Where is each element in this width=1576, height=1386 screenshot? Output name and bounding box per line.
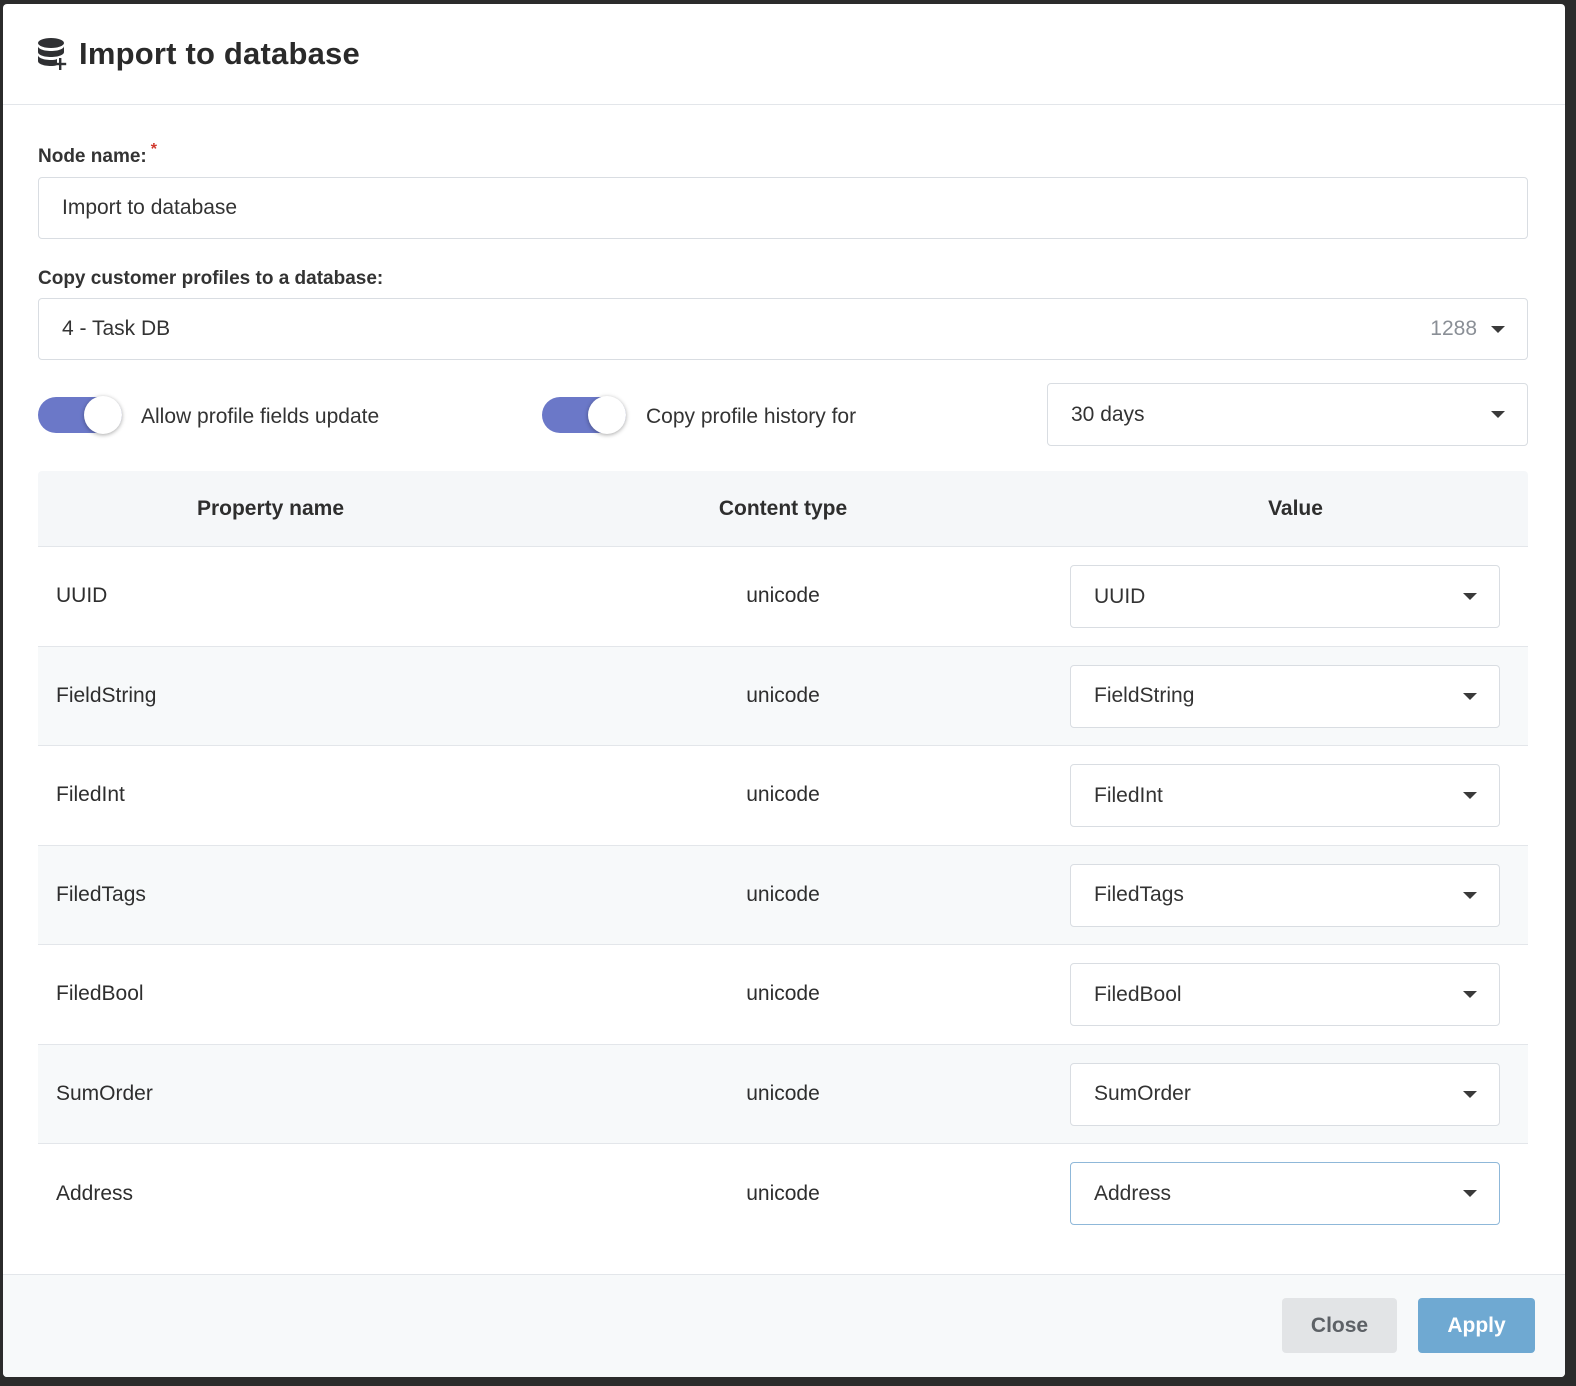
value-select[interactable]: FiledBool bbox=[1070, 963, 1500, 1026]
content-type: unicode bbox=[746, 783, 820, 807]
chevron-down-icon bbox=[1463, 1190, 1477, 1197]
property-name: SumOrder bbox=[56, 1081, 153, 1105]
value-cell: FiledInt bbox=[1063, 746, 1528, 845]
copy-history-toggle[interactable] bbox=[542, 396, 626, 434]
value-cell: FieldString bbox=[1063, 647, 1528, 746]
table-row: FiledInt unicode FiledInt bbox=[38, 746, 1528, 846]
database-select[interactable]: 4 - Task DB 1288 bbox=[38, 298, 1528, 360]
property-name: FieldString bbox=[56, 683, 157, 707]
value-cell: FiledBool bbox=[1063, 945, 1528, 1044]
table-row: FieldString unicode FieldString bbox=[38, 646, 1528, 746]
copy-history-label: Copy profile history for bbox=[646, 405, 857, 428]
property-name: FiledInt bbox=[56, 783, 125, 807]
database-count: 1288 bbox=[1430, 317, 1477, 340]
content-type: unicode bbox=[746, 1181, 820, 1205]
node-name-input[interactable]: Import to database bbox=[38, 177, 1528, 239]
history-period-select[interactable]: 30 days bbox=[1047, 383, 1528, 446]
value-select[interactable]: SumOrder bbox=[1070, 1062, 1500, 1126]
content-type: unicode bbox=[746, 584, 820, 608]
table-row: UUID unicode UUID bbox=[38, 547, 1528, 647]
value-select-text: Address bbox=[1094, 1181, 1172, 1205]
table-row: SumOrder unicode SumOrder bbox=[38, 1044, 1528, 1144]
property-name: UUID bbox=[56, 584, 108, 608]
value-cell: FiledTags bbox=[1063, 846, 1528, 945]
header-value: Value bbox=[1268, 496, 1323, 520]
value-select[interactable]: UUID bbox=[1070, 565, 1500, 628]
required-mark: * bbox=[150, 141, 157, 158]
value-select-text: FiledBool bbox=[1094, 982, 1182, 1006]
value-select-text: FiledInt bbox=[1094, 783, 1163, 807]
property-mapping-table: Property name Content type Value UUID un… bbox=[38, 471, 1528, 1244]
value-select-text: FieldString bbox=[1094, 684, 1195, 707]
chevron-down-icon bbox=[1463, 792, 1477, 799]
property-name: FiledBool bbox=[56, 982, 144, 1006]
table-row: Address unicode Address bbox=[38, 1144, 1528, 1244]
value-cell: UUID bbox=[1063, 547, 1528, 646]
value-select-text: SumOrder bbox=[1094, 1082, 1191, 1105]
table-row: FiledTags unicode FiledTags bbox=[38, 845, 1528, 945]
header-content-type: Content type bbox=[718, 496, 848, 520]
import-dialog: Import to database Node name: * Import to… bbox=[3, 4, 1565, 1377]
content-type: unicode bbox=[746, 683, 820, 707]
node-name-label: Node name: * bbox=[38, 141, 157, 168]
value-select[interactable]: Address bbox=[1070, 1162, 1500, 1225]
close-button[interactable]: Close bbox=[1282, 1298, 1397, 1353]
dialog-header: Import to database bbox=[3, 4, 1565, 105]
content-type: unicode bbox=[746, 882, 820, 906]
toggle-knob bbox=[84, 396, 122, 434]
dialog-footer: Close Apply bbox=[3, 1274, 1565, 1377]
value-select-text: FiledTags bbox=[1094, 883, 1184, 906]
toggle-knob bbox=[588, 396, 626, 434]
chevron-down-icon bbox=[1463, 1090, 1477, 1098]
chevron-down-icon bbox=[1463, 991, 1477, 998]
node-name-value: Import to database bbox=[62, 196, 238, 219]
header-property-name: Property name bbox=[196, 496, 345, 520]
chevron-down-icon bbox=[1463, 891, 1477, 899]
database-selected: 4 - Task DB bbox=[62, 317, 171, 340]
value-select[interactable]: FieldString bbox=[1070, 664, 1500, 728]
table-row: FiledBool unicode FiledBool bbox=[38, 945, 1528, 1045]
database-label: Copy customer profiles to a database: bbox=[38, 268, 384, 289]
value-select[interactable]: FiledInt bbox=[1070, 764, 1500, 827]
content-type: unicode bbox=[746, 1081, 820, 1105]
table-header: Property name Content type Value bbox=[38, 471, 1528, 547]
database-add-icon bbox=[37, 37, 69, 71]
history-period-value: 30 days bbox=[1071, 402, 1145, 426]
allow-update-toggle[interactable] bbox=[38, 396, 122, 434]
property-name: Address bbox=[56, 1181, 134, 1205]
value-cell: Address bbox=[1063, 1144, 1528, 1244]
chevron-down-icon bbox=[1463, 593, 1477, 600]
allow-update-label: Allow profile fields update bbox=[141, 405, 380, 428]
node-name-label-text: Node name: bbox=[38, 146, 147, 167]
content-type: unicode bbox=[746, 982, 820, 1006]
apply-button[interactable]: Apply bbox=[1418, 1298, 1535, 1353]
property-name: FiledTags bbox=[56, 882, 146, 906]
dialog-title: Import to database bbox=[79, 36, 360, 71]
value-select[interactable]: FiledTags bbox=[1070, 863, 1500, 927]
value-select-text: UUID bbox=[1094, 584, 1146, 608]
chevron-down-icon bbox=[1463, 692, 1477, 700]
chevron-down-icon bbox=[1491, 411, 1505, 418]
value-cell: SumOrder bbox=[1063, 1045, 1528, 1144]
chevron-down-icon bbox=[1491, 325, 1505, 333]
